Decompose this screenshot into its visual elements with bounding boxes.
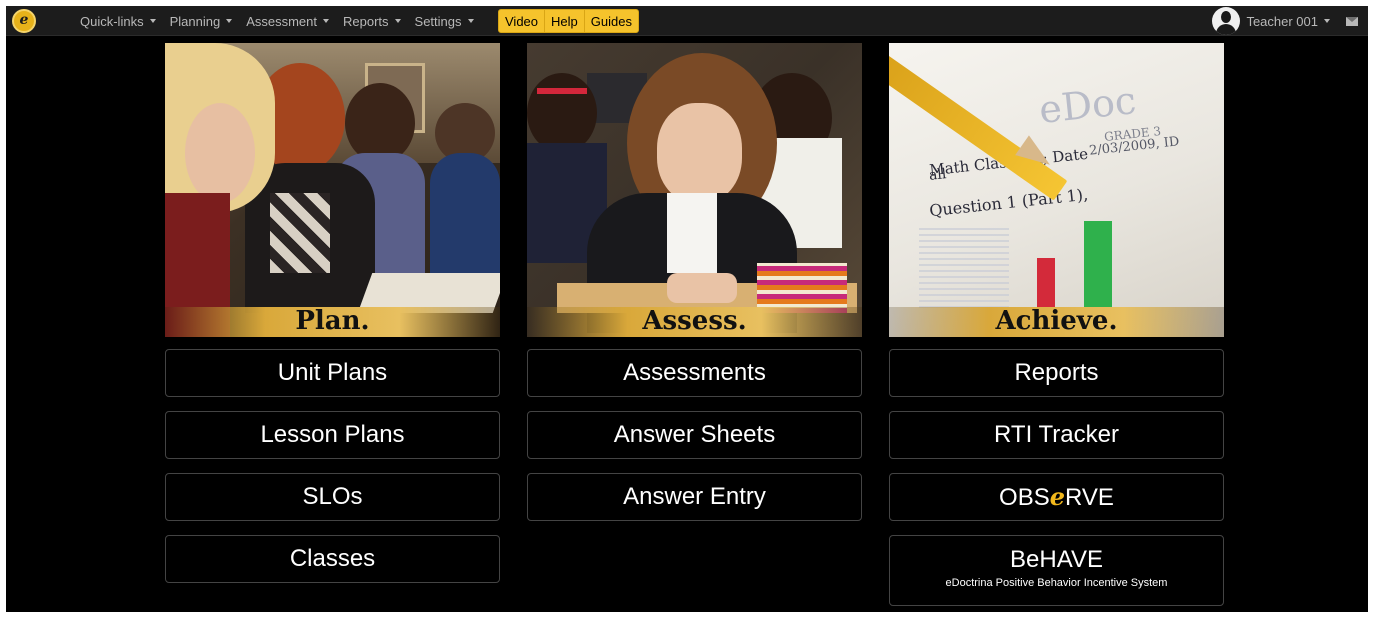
caret-down-icon bbox=[394, 19, 401, 23]
user-menu[interactable]: Teacher 001 bbox=[1246, 14, 1330, 29]
user-avatar-icon[interactable] bbox=[1212, 7, 1241, 35]
assess-caption: Assess. bbox=[642, 306, 747, 336]
app-frame: e Quick-links Planning Assessment Report… bbox=[6, 6, 1368, 612]
reports-button[interactable]: Reports bbox=[889, 349, 1224, 397]
achieve-column: eDoc GRADE 3 2/03/2009, ID Math Class: a… bbox=[889, 43, 1224, 606]
answer-sheets-button[interactable]: Answer Sheets bbox=[527, 411, 862, 459]
achieve-hero-image: eDoc GRADE 3 2/03/2009, ID Math Class: a… bbox=[889, 43, 1224, 337]
behave-button[interactable]: BeHAVE eDoctrina Positive Behavior Incent… bbox=[889, 535, 1224, 606]
assessments-button[interactable]: Assessments bbox=[527, 349, 862, 397]
menu-assessment[interactable]: Assessment bbox=[246, 14, 329, 29]
menu-reports[interactable]: Reports bbox=[343, 14, 401, 29]
menu-settings[interactable]: Settings bbox=[415, 14, 474, 29]
edoctrina-logo-icon[interactable]: e bbox=[12, 9, 36, 33]
caret-down-icon bbox=[226, 19, 233, 23]
plan-buttons: Unit Plans Lesson Plans SLOs Classes bbox=[165, 349, 500, 583]
rti-tracker-button[interactable]: RTI Tracker bbox=[889, 411, 1224, 459]
classes-button[interactable]: Classes bbox=[165, 535, 500, 583]
caret-down-icon bbox=[149, 19, 156, 23]
behave-subtitle: eDoctrina Positive Behavior Incentive Sy… bbox=[945, 577, 1168, 589]
achieve-buttons: Reports RTI Tracker OBSeRVE BeHAVE eDoctr… bbox=[889, 349, 1224, 606]
slos-button[interactable]: SLOs bbox=[165, 473, 500, 521]
assess-column: Assess. Assessments Answer Sheets Answer… bbox=[527, 43, 862, 521]
top-navbar: e Quick-links Planning Assessment Report… bbox=[6, 6, 1368, 36]
menu-planning[interactable]: Planning bbox=[170, 14, 233, 29]
guides-button[interactable]: Guides bbox=[585, 10, 638, 32]
answer-entry-button[interactable]: Answer Entry bbox=[527, 473, 862, 521]
plan-column: Plan. Unit Plans Lesson Plans SLOs Class… bbox=[165, 43, 500, 583]
video-button[interactable]: Video bbox=[499, 10, 546, 32]
help-button-group: Video Help Guides bbox=[498, 9, 639, 33]
main-menu: Quick-links Planning Assessment Reports … bbox=[80, 6, 488, 36]
unit-plans-button[interactable]: Unit Plans bbox=[165, 349, 500, 397]
assess-hero-image: Assess. bbox=[527, 43, 862, 337]
achieve-caption: Achieve. bbox=[995, 306, 1118, 336]
user-area: Teacher 001 bbox=[1212, 6, 1358, 36]
plan-caption: Plan. bbox=[295, 306, 370, 336]
observe-button[interactable]: OBSeRVE bbox=[889, 473, 1224, 521]
help-button[interactable]: Help bbox=[545, 10, 585, 32]
caret-down-icon bbox=[323, 19, 329, 23]
plan-hero-image: Plan. bbox=[165, 43, 500, 337]
envelope-icon[interactable] bbox=[1346, 16, 1358, 26]
caret-down-icon bbox=[1324, 19, 1330, 23]
menu-quick-links[interactable]: Quick-links bbox=[80, 14, 156, 29]
lesson-plans-button[interactable]: Lesson Plans bbox=[165, 411, 500, 459]
assess-buttons: Assessments Answer Sheets Answer Entry bbox=[527, 349, 862, 521]
caret-down-icon bbox=[467, 19, 474, 23]
